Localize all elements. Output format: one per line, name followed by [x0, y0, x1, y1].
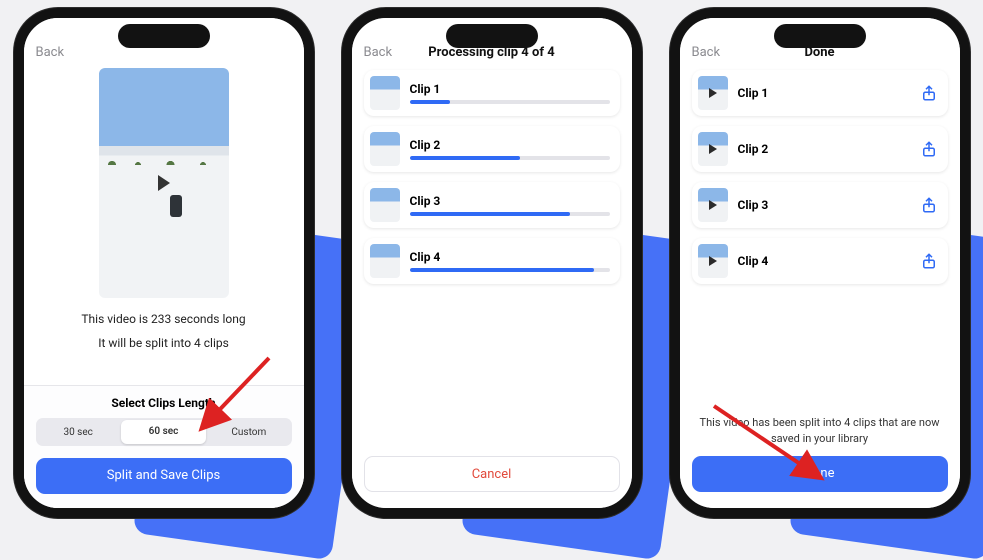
- thumbnail-treeline: [99, 142, 229, 165]
- seg-30sec[interactable]: 30 sec: [36, 427, 121, 438]
- clip-thumbnail[interactable]: [370, 244, 400, 278]
- phone-notch: [118, 24, 210, 48]
- clip-name: Clip 1: [410, 82, 610, 96]
- video-length-label: This video is 233 seconds long: [81, 312, 245, 326]
- clip-name: Clip 4: [738, 254, 920, 268]
- clip-row: Clip 4: [364, 238, 620, 284]
- clip-row: Clip 1: [692, 70, 948, 116]
- clip-length-segmented[interactable]: 30 sec 60 sec Custom: [36, 418, 292, 446]
- split-count-label: It will be split into 4 clips: [98, 336, 229, 350]
- clip-progress: [410, 100, 610, 104]
- done-message: This video has been split into 4 clips t…: [680, 415, 960, 446]
- clip-thumbnail[interactable]: [370, 76, 400, 110]
- sheet-title: Select Clips Length: [36, 396, 292, 410]
- clip-row: Clip 3: [692, 182, 948, 228]
- play-icon: [709, 256, 717, 266]
- clip-thumbnail[interactable]: [698, 188, 728, 222]
- clip-thumbnail[interactable]: [698, 244, 728, 278]
- thumbnail-person: [170, 195, 182, 217]
- clip-row: Clip 2: [692, 126, 948, 172]
- phone-notch: [774, 24, 866, 48]
- play-icon: [709, 200, 717, 210]
- share-icon[interactable]: [920, 140, 938, 158]
- phone-frame-1: Back This video is 233 seconds long It w…: [14, 8, 314, 518]
- seg-60sec[interactable]: 60 sec: [121, 420, 206, 444]
- done-button[interactable]: Done: [692, 456, 948, 492]
- seg-custom[interactable]: Custom: [206, 427, 291, 438]
- clip-thumbnail[interactable]: [370, 188, 400, 222]
- clip-name: Clip 3: [738, 198, 920, 212]
- back-button[interactable]: Back: [36, 45, 65, 60]
- clip-name: Clip 2: [738, 142, 920, 156]
- play-icon: [709, 144, 717, 154]
- video-thumbnail[interactable]: [99, 68, 229, 298]
- clip-progress: [410, 156, 610, 160]
- clip-row: Clip 1: [364, 70, 620, 116]
- phone-frame-2: Back Processing clip 4 of 4 Clip 1 Clip …: [342, 8, 642, 518]
- clip-progress: [410, 268, 610, 272]
- clip-name: Clip 1: [738, 86, 920, 100]
- clip-name: Clip 4: [410, 250, 610, 264]
- cancel-button[interactable]: Cancel: [364, 456, 620, 492]
- split-save-button[interactable]: Split and Save Clips: [36, 458, 292, 494]
- clip-row: Clip 2: [364, 126, 620, 172]
- clip-thumbnail[interactable]: [698, 132, 728, 166]
- clip-name: Clip 3: [410, 194, 610, 208]
- clip-row: Clip 4: [692, 238, 948, 284]
- clip-thumbnail[interactable]: [370, 132, 400, 166]
- share-icon[interactable]: [920, 84, 938, 102]
- share-icon[interactable]: [920, 196, 938, 214]
- options-sheet: Select Clips Length 30 sec 60 sec Custom…: [24, 385, 304, 508]
- phone-frame-3: Back Done Clip 1 Clip 2 Clip 3: [670, 8, 970, 518]
- clip-thumbnail[interactable]: [698, 76, 728, 110]
- clip-name: Clip 2: [410, 138, 610, 152]
- clip-row: Clip 3: [364, 182, 620, 228]
- clip-list: Clip 1 Clip 2 Clip 3: [352, 64, 632, 290]
- phone-notch: [446, 24, 538, 48]
- share-icon[interactable]: [920, 252, 938, 270]
- clip-progress: [410, 212, 610, 216]
- play-icon: [158, 175, 170, 191]
- play-icon: [709, 88, 717, 98]
- clip-list: Clip 1 Clip 2 Clip 3 Clip 4: [680, 64, 960, 290]
